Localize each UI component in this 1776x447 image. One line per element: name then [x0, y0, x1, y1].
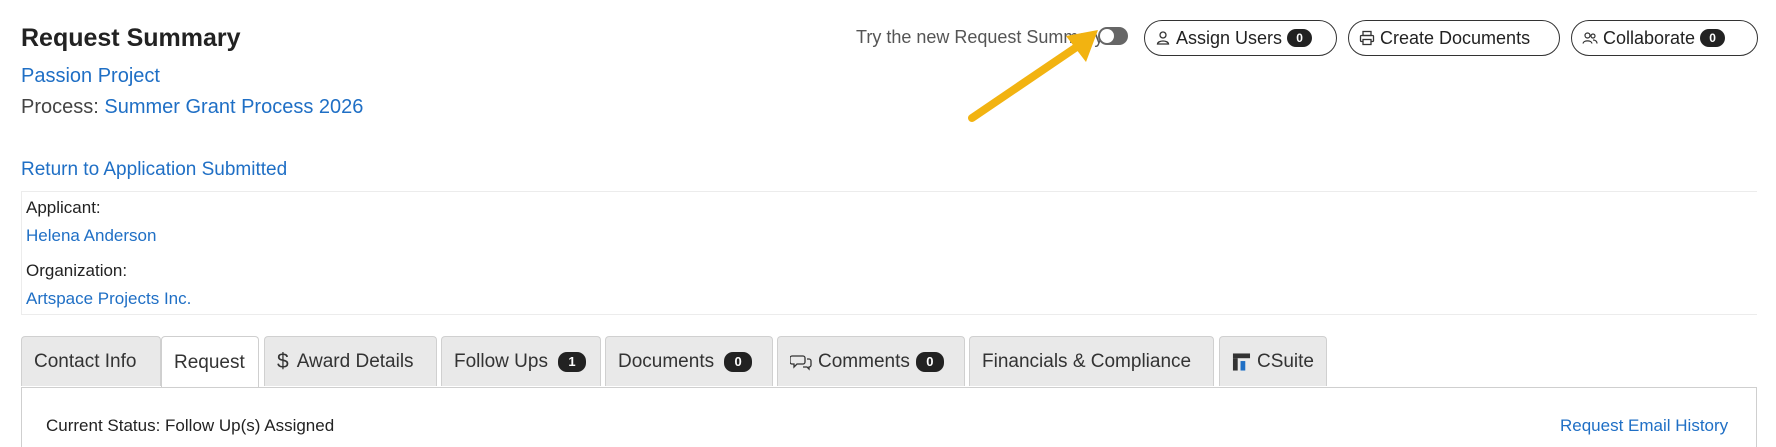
request-email-history-link[interactable]: Request Email History [1560, 416, 1728, 436]
applicant-info-box: Applicant: Helena Anderson Organization:… [21, 191, 1757, 315]
printer-icon [1359, 30, 1375, 46]
tab-documents[interactable]: Documents 0 [605, 336, 773, 386]
tab-label: CSuite [1256, 350, 1314, 372]
tab-financials-compliance[interactable]: Financials & Compliance [969, 336, 1214, 386]
comments-count: 0 [915, 351, 944, 372]
user-icon [1156, 31, 1170, 45]
process-label: Process: [21, 96, 99, 118]
process-line: Process: Summer Grant Process 2026 [21, 96, 363, 119]
process-link[interactable]: Summer Grant Process 2026 [104, 96, 363, 118]
current-status: Current Status: Follow Up(s) Assigned [46, 416, 335, 435]
follow-ups-count: 1 [557, 351, 586, 372]
tab-label: Follow Ups [454, 350, 548, 372]
assign-users-label: Assign Users [1176, 27, 1283, 48]
collaborate-button[interactable]: Collaborate 0 [1571, 20, 1758, 56]
create-documents-button[interactable]: Create Documents [1348, 20, 1560, 56]
csuite-logo-icon [1232, 352, 1251, 371]
tab-label: Award Details [296, 350, 414, 372]
project-link[interactable]: Passion Project [21, 65, 160, 88]
tab-csuite[interactable]: CSuite [1219, 336, 1327, 386]
tab-award-details[interactable]: $ Award Details [264, 336, 437, 386]
comments-icon [790, 354, 812, 371]
collaborate-label: Collaborate [1603, 27, 1696, 48]
tab-comments[interactable]: Comments 0 [777, 336, 965, 386]
tab-label: Comments [818, 350, 910, 372]
organization-label: Organization: [26, 261, 128, 280]
assign-users-count: 0 [1287, 29, 1313, 47]
collaborate-count: 0 [1700, 29, 1726, 47]
documents-count: 0 [724, 351, 753, 372]
page-title: Request Summary [21, 24, 241, 52]
tab-request[interactable]: Request [161, 336, 259, 388]
applicant-label: Applicant: [26, 198, 101, 217]
tab-label: Documents [618, 350, 715, 372]
users-icon [1582, 32, 1598, 44]
applicant-name-link[interactable]: Helena Anderson [26, 226, 156, 246]
dollar-icon: $ [277, 349, 289, 373]
tab-follow-ups[interactable]: Follow Ups 1 [441, 336, 601, 386]
tab-label: Financials & Compliance [982, 350, 1192, 372]
tab-contact-info[interactable]: Contact Info [21, 336, 161, 386]
tab-label: Contact Info [34, 350, 137, 372]
create-documents-label: Create Documents [1380, 27, 1531, 48]
return-to-application-link[interactable]: Return to Application Submitted [21, 159, 287, 181]
organization-name-link[interactable]: Artspace Projects Inc. [26, 289, 191, 309]
assign-users-button[interactable]: Assign Users 0 [1144, 20, 1337, 56]
tab-label: Request [174, 351, 245, 373]
annotation-arrow-icon [968, 30, 1098, 122]
